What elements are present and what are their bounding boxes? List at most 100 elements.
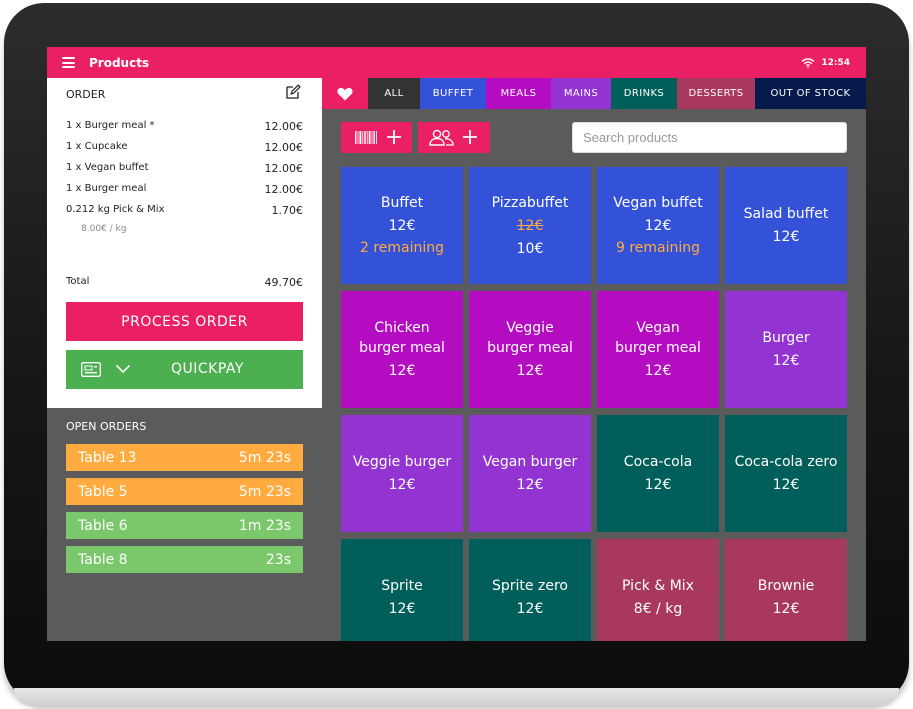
open-order-row[interactable]: Table 6 1m 23s [66, 512, 303, 539]
payment-terminal-icon [81, 362, 101, 377]
add-by-barcode-button[interactable] [341, 122, 412, 153]
pos-screen: Products 12:54 ORDER 1 x Burger meal * 1… [47, 47, 866, 641]
product-tile-vegan-burger[interactable]: Vegan burger 12€ [469, 415, 591, 532]
total-value: 49.70€ [264, 276, 304, 289]
open-order-name: Table 8 [78, 551, 128, 568]
top-bar: Products 12:54 [47, 47, 866, 78]
product-name: Vegan buffet [613, 195, 703, 211]
product-price: 10€ [516, 240, 544, 257]
wifi-icon [801, 57, 815, 68]
tab-out-of-stock[interactable]: OUT OF STOCK [755, 78, 866, 109]
unit-price-note: 8.00€ / kg [81, 224, 127, 234]
tab-mains[interactable]: MAINS [551, 78, 611, 109]
order-line-name: 1 x Burger meal * [66, 120, 155, 131]
order-line-name: 1 x Vegan buffet [66, 162, 149, 173]
tab-favorites[interactable] [322, 78, 368, 109]
order-heading: ORDER [66, 88, 106, 101]
product-price: 12€ [772, 353, 800, 369]
product-tile-veggie-burger-meal[interactable]: Veggie burger meal 12€ [469, 291, 591, 408]
order-line-price: 12.00€ [264, 183, 304, 196]
tablet-base [14, 688, 899, 706]
tab-drinks[interactable]: DRINKS [611, 78, 677, 109]
product-tile-veggie-burger[interactable]: Veggie burger 12€ [341, 415, 463, 532]
product-tile-coca-cola[interactable]: Coca-cola 12€ [597, 415, 719, 532]
product-tile-coca-cola-zero[interactable]: Coca-cola zero 12€ [725, 415, 847, 532]
product-name: Pick & Mix [622, 578, 694, 594]
product-price: 12€ [388, 477, 416, 493]
open-order-time: 5m 23s [238, 483, 291, 500]
status-area: 12:54 [801, 47, 850, 78]
total-label: Total [66, 276, 90, 287]
clock: 12:54 [821, 57, 850, 68]
product-tile-chicken-burger-meal[interactable]: Chicken burger meal 12€ [341, 291, 463, 408]
order-line-price: 12.00€ [264, 162, 304, 175]
product-price: 8€ / kg [633, 601, 683, 617]
tab-buffet[interactable]: BUFFET [420, 78, 486, 109]
open-order-time: 1m 23s [238, 517, 291, 534]
open-order-row[interactable]: Table 5 5m 23s [66, 478, 303, 505]
order-line-name: 1 x Cupcake [66, 141, 128, 152]
open-order-name: Table 13 [78, 449, 137, 466]
order-panel: ORDER 1 x Burger meal * 12.00€ 1 x Cupca… [47, 78, 322, 408]
tab-all[interactable]: ALL [368, 78, 420, 109]
stock-remaining: 2 remaining [359, 240, 445, 256]
product-price: 12€ [644, 218, 672, 234]
product-name: Brownie [757, 578, 815, 594]
edit-icon[interactable] [285, 84, 301, 100]
open-order-row[interactable]: Table 13 5m 23s [66, 444, 303, 471]
product-tile-pick-and-mix[interactable]: Pick & Mix 8€ / kg [597, 539, 719, 641]
product-tile-salad-buffet[interactable]: Salad buffet 12€ [725, 167, 847, 284]
product-price: 12€ [644, 363, 672, 379]
product-old-price: 12€ [516, 217, 544, 234]
product-price: 12€ [388, 363, 416, 379]
product-name: Salad buffet [743, 206, 829, 222]
product-name: Vegan burger meal [615, 320, 701, 356]
category-tabs: ALL BUFFET MEALS MAINS DRINKS DESSERTS O… [322, 78, 866, 109]
product-tile-pizzabuffet[interactable]: Pizzabuffet 12€ 10€ [469, 167, 591, 284]
order-total: Total 49.70€ [66, 276, 304, 289]
plus-icon [387, 130, 401, 144]
quickpay-button[interactable]: QUICKPAY [66, 350, 303, 389]
order-line-name: 1 x Burger meal [66, 183, 147, 194]
product-tile-brownie[interactable]: Brownie 12€ [725, 539, 847, 641]
order-line-name: 0.212 kg Pick & Mix [66, 204, 165, 215]
order-line-price: 1.70€ [271, 204, 304, 217]
search-input[interactable] [572, 122, 847, 153]
product-name: Sprite [381, 578, 423, 594]
order-line-price: 12.00€ [264, 141, 304, 154]
product-name: Coca-cola zero [734, 454, 838, 470]
product-name: Veggie burger meal [487, 320, 573, 356]
product-name: Coca-cola [623, 454, 693, 470]
stock-remaining: 9 remaining [615, 240, 701, 256]
product-price: 12€ [772, 229, 800, 245]
customers-icon [429, 129, 454, 146]
quickpay-label: QUICKPAY [171, 361, 244, 377]
tab-desserts[interactable]: DESSERTS [677, 78, 755, 109]
product-name: Veggie burger [352, 454, 452, 470]
process-order-button[interactable]: PROCESS ORDER [66, 302, 303, 341]
chevron-down-icon[interactable] [115, 364, 131, 374]
product-tile-sprite[interactable]: Sprite 12€ [341, 539, 463, 641]
tab-meals[interactable]: MEALS [486, 78, 551, 109]
product-tile-burger[interactable]: Burger 12€ [725, 291, 847, 408]
product-price: 12€ [388, 218, 416, 234]
open-order-name: Table 6 [78, 517, 128, 534]
product-name: Buffet [380, 195, 424, 211]
product-name: Vegan burger [482, 454, 578, 470]
open-order-time: 5m 23s [238, 449, 291, 466]
open-order-name: Table 5 [78, 483, 128, 500]
add-customer-button[interactable] [418, 122, 490, 153]
hamburger-menu-icon[interactable] [62, 57, 75, 68]
product-name: Sprite zero [492, 578, 568, 594]
product-tile-vegan-burger-meal[interactable]: Vegan burger meal 12€ [597, 291, 719, 408]
product-price: 12€ [516, 601, 544, 617]
product-tile-vegan-buffet[interactable]: Vegan buffet 12€ 9 remaining [597, 167, 719, 284]
product-tile-sprite-zero[interactable]: Sprite zero 12€ [469, 539, 591, 641]
product-price: 12€ [772, 601, 800, 617]
plus-icon [463, 130, 477, 144]
product-tile-buffet[interactable]: Buffet 12€ 2 remaining [341, 167, 463, 284]
barcode-icon [355, 131, 377, 144]
product-price: 12€ [516, 363, 544, 379]
open-order-row[interactable]: Table 8 23s [66, 546, 303, 573]
page-title: Products [89, 55, 150, 70]
